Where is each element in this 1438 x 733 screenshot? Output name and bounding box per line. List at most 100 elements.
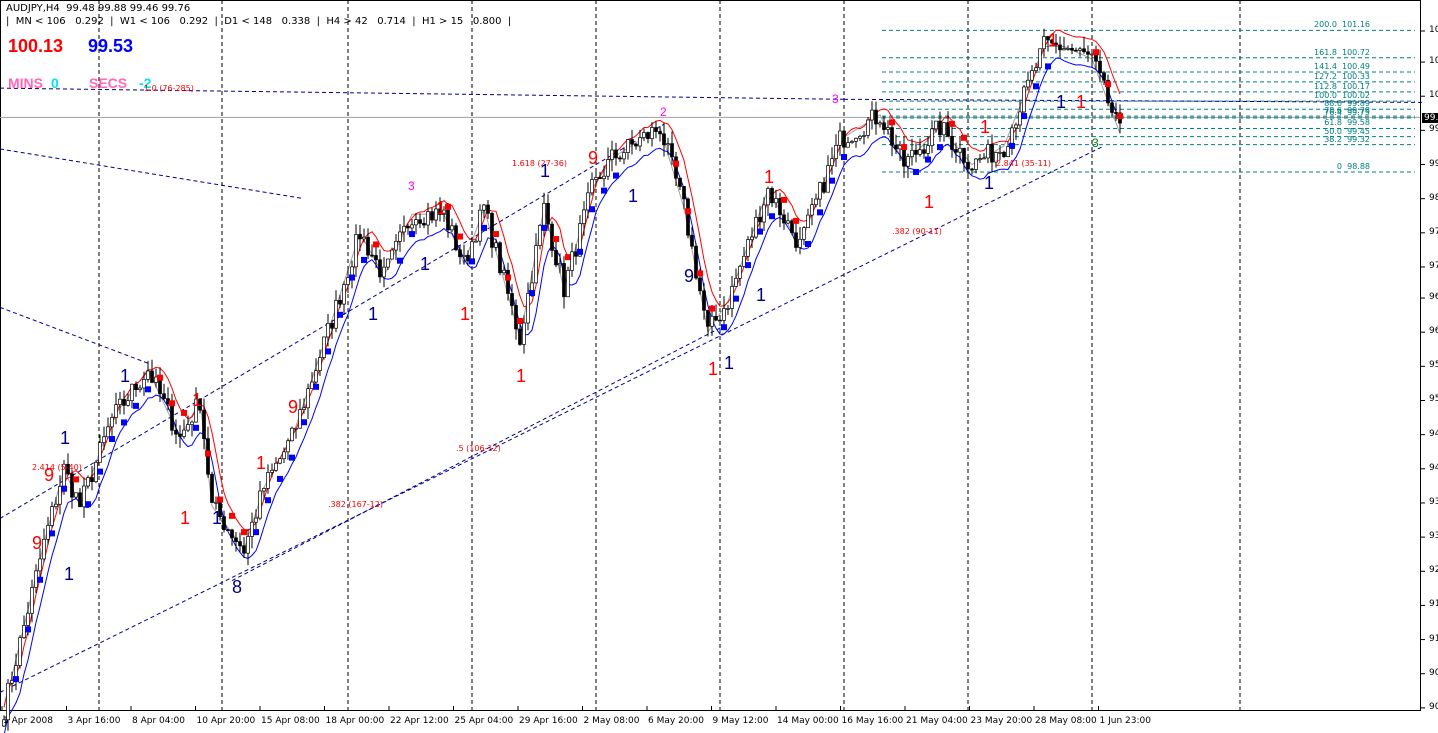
price-tick-label: 97.90 xyxy=(1429,226,1438,237)
candle-body xyxy=(526,293,530,324)
down-marker xyxy=(553,236,559,243)
candle-body xyxy=(1110,102,1114,113)
candle-body xyxy=(114,404,118,418)
candle-body xyxy=(1062,48,1066,51)
time-tick-label: 10 Apr 20:00 xyxy=(196,716,256,726)
candle-body xyxy=(26,612,30,626)
candle-body xyxy=(6,682,10,721)
sequence-count-label: 1 xyxy=(980,117,991,138)
candle-body xyxy=(514,305,518,330)
candle-body xyxy=(98,442,102,463)
symbol-ohlc-line: AUDJPY,H4 99.48 99.88 99.46 99.76 xyxy=(6,3,191,14)
candle-body xyxy=(774,198,778,204)
candle-body xyxy=(750,236,754,241)
candle-body xyxy=(702,290,706,311)
candle-body xyxy=(502,269,506,274)
price-tick-label: 95.20 xyxy=(1429,394,1438,405)
up-marker xyxy=(925,156,931,163)
sequence-count-label: 1 xyxy=(1048,30,1059,51)
up-marker xyxy=(1021,113,1027,120)
candle-body xyxy=(122,398,126,406)
candle-body xyxy=(870,109,874,121)
candle-body xyxy=(546,202,550,225)
sequence-count-label: 2 xyxy=(660,104,667,119)
down-marker xyxy=(1093,49,1099,56)
mins-value: 0 xyxy=(51,75,59,91)
price-tick-label: 91.90 xyxy=(1429,599,1438,610)
candle-body xyxy=(262,488,266,492)
down-marker xyxy=(889,119,895,126)
time-tick-label: 18 Apr 00:00 xyxy=(325,716,385,726)
time-tick-label: 28 May 08:00 xyxy=(1035,716,1097,726)
sequence-count-label: 1 xyxy=(628,185,639,206)
candle-body xyxy=(210,473,214,503)
time-tick-label: 23 May 20:00 xyxy=(970,716,1033,726)
candle-body xyxy=(762,204,766,223)
up-marker xyxy=(733,295,739,302)
time-tick-label: 16 May 16:00 xyxy=(841,716,904,726)
candle-body xyxy=(430,211,434,221)
candle-body xyxy=(342,284,346,305)
candle-body xyxy=(642,132,646,138)
price-tick-label: 98.45 xyxy=(1429,192,1438,203)
candle-body xyxy=(662,133,666,146)
candle-body xyxy=(962,147,966,163)
candle-body xyxy=(278,458,282,464)
candle-body xyxy=(30,587,34,614)
price-tick-label: 90.80 xyxy=(1429,667,1438,678)
candle-body xyxy=(950,136,954,150)
candle-body xyxy=(958,147,962,153)
candle-body xyxy=(258,490,262,519)
down-marker xyxy=(565,254,571,261)
fib-level-label: 141.4 100.49 xyxy=(1314,61,1370,71)
fib-level-label: 200.0 101.16 xyxy=(1314,20,1370,30)
up-marker xyxy=(841,154,847,161)
up-marker xyxy=(133,402,139,409)
sequence-count-label: 1 xyxy=(924,191,935,212)
time-tick-label: 9 May 12:00 xyxy=(712,716,769,726)
candle-body xyxy=(650,127,654,139)
candle-body xyxy=(606,159,610,177)
up-marker xyxy=(85,501,91,508)
candle-body xyxy=(618,157,622,160)
time-tick-label: 3 Apr 16:00 xyxy=(67,716,121,726)
candle-body xyxy=(734,277,738,287)
candle-body xyxy=(534,245,538,284)
sequence-count-label: 1 xyxy=(756,284,767,305)
candle-body xyxy=(714,315,718,321)
candle-body xyxy=(646,132,650,139)
up-marker xyxy=(913,168,919,175)
candle-body xyxy=(682,186,686,200)
candle-body xyxy=(386,258,390,268)
up-marker xyxy=(1033,83,1039,90)
current-price-label: 99.76 xyxy=(1422,113,1438,123)
candle-body xyxy=(242,545,246,554)
candle-body xyxy=(678,177,682,187)
candle-body xyxy=(378,259,382,278)
candle-body xyxy=(638,137,642,147)
candle-body xyxy=(582,209,586,224)
up-marker xyxy=(409,231,415,238)
up-marker xyxy=(109,435,115,442)
up-marker xyxy=(601,187,607,194)
price-chart[interactable] xyxy=(0,0,1438,733)
candle-body xyxy=(926,145,930,154)
candle-body xyxy=(170,403,174,431)
price-tick-label: 95.75 xyxy=(1429,360,1438,371)
up-marker xyxy=(529,290,535,297)
down-marker xyxy=(1117,113,1123,120)
price-tick-label: 93.00 xyxy=(1429,531,1438,542)
candle-body xyxy=(358,234,362,240)
candle-body xyxy=(862,135,866,137)
up-marker xyxy=(193,424,199,431)
candle-body xyxy=(558,263,562,266)
candle-body xyxy=(138,387,142,391)
candle-body xyxy=(458,249,462,258)
candle-body xyxy=(270,469,274,473)
candle-body xyxy=(738,265,742,279)
sequence-count-label: 1 xyxy=(540,160,551,181)
price-tick-label: 93.55 xyxy=(1429,496,1438,507)
candle-body xyxy=(570,251,574,271)
time-tick-label: 14 May 00:00 xyxy=(777,716,839,726)
candle-body xyxy=(806,214,810,229)
